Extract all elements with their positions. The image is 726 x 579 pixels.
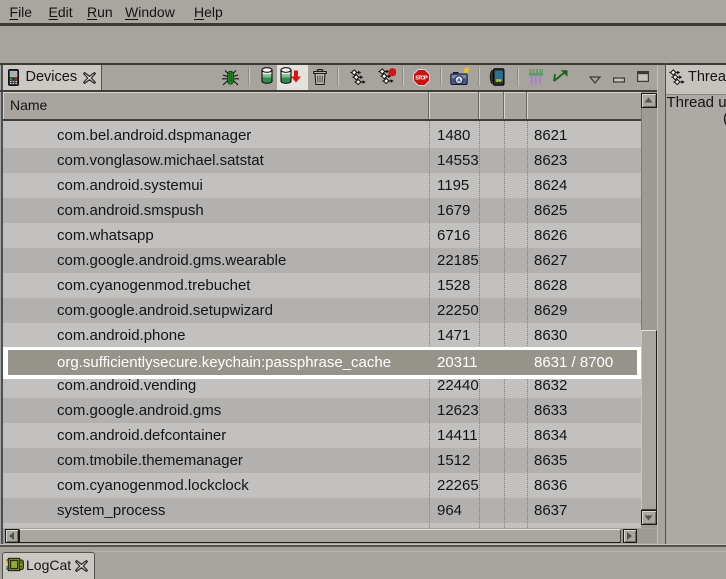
svg-text:STOP: STOP — [415, 76, 428, 82]
